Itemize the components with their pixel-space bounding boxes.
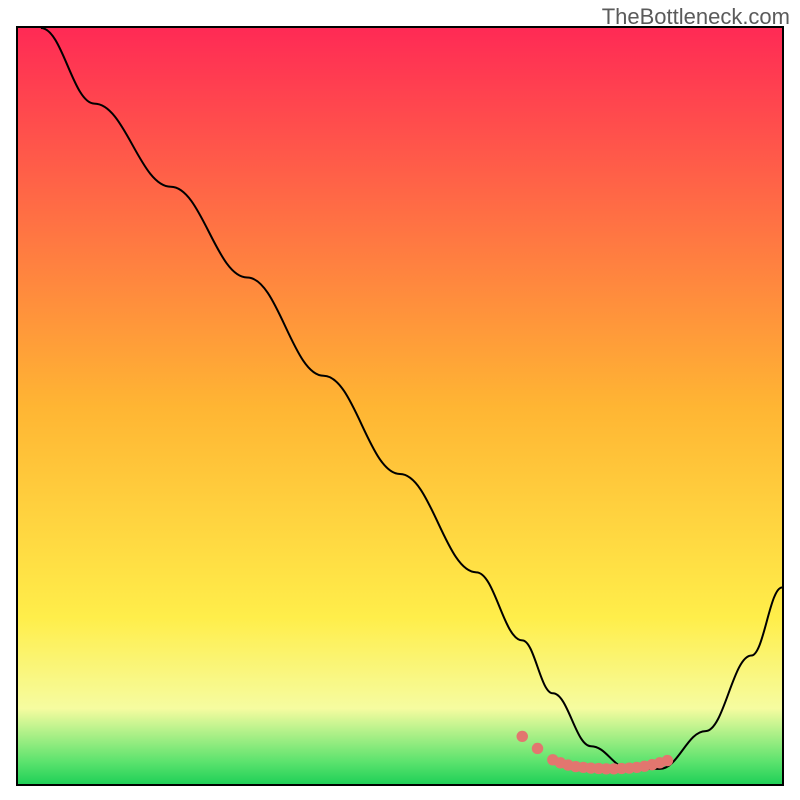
highlight-dot [662, 755, 673, 766]
watermark-text: TheBottleneck.com [602, 4, 790, 30]
chart-frame [16, 26, 784, 786]
highlight-dot [532, 743, 543, 754]
chart-background [18, 28, 782, 784]
highlight-dot [517, 731, 528, 742]
chart-svg [18, 28, 782, 784]
